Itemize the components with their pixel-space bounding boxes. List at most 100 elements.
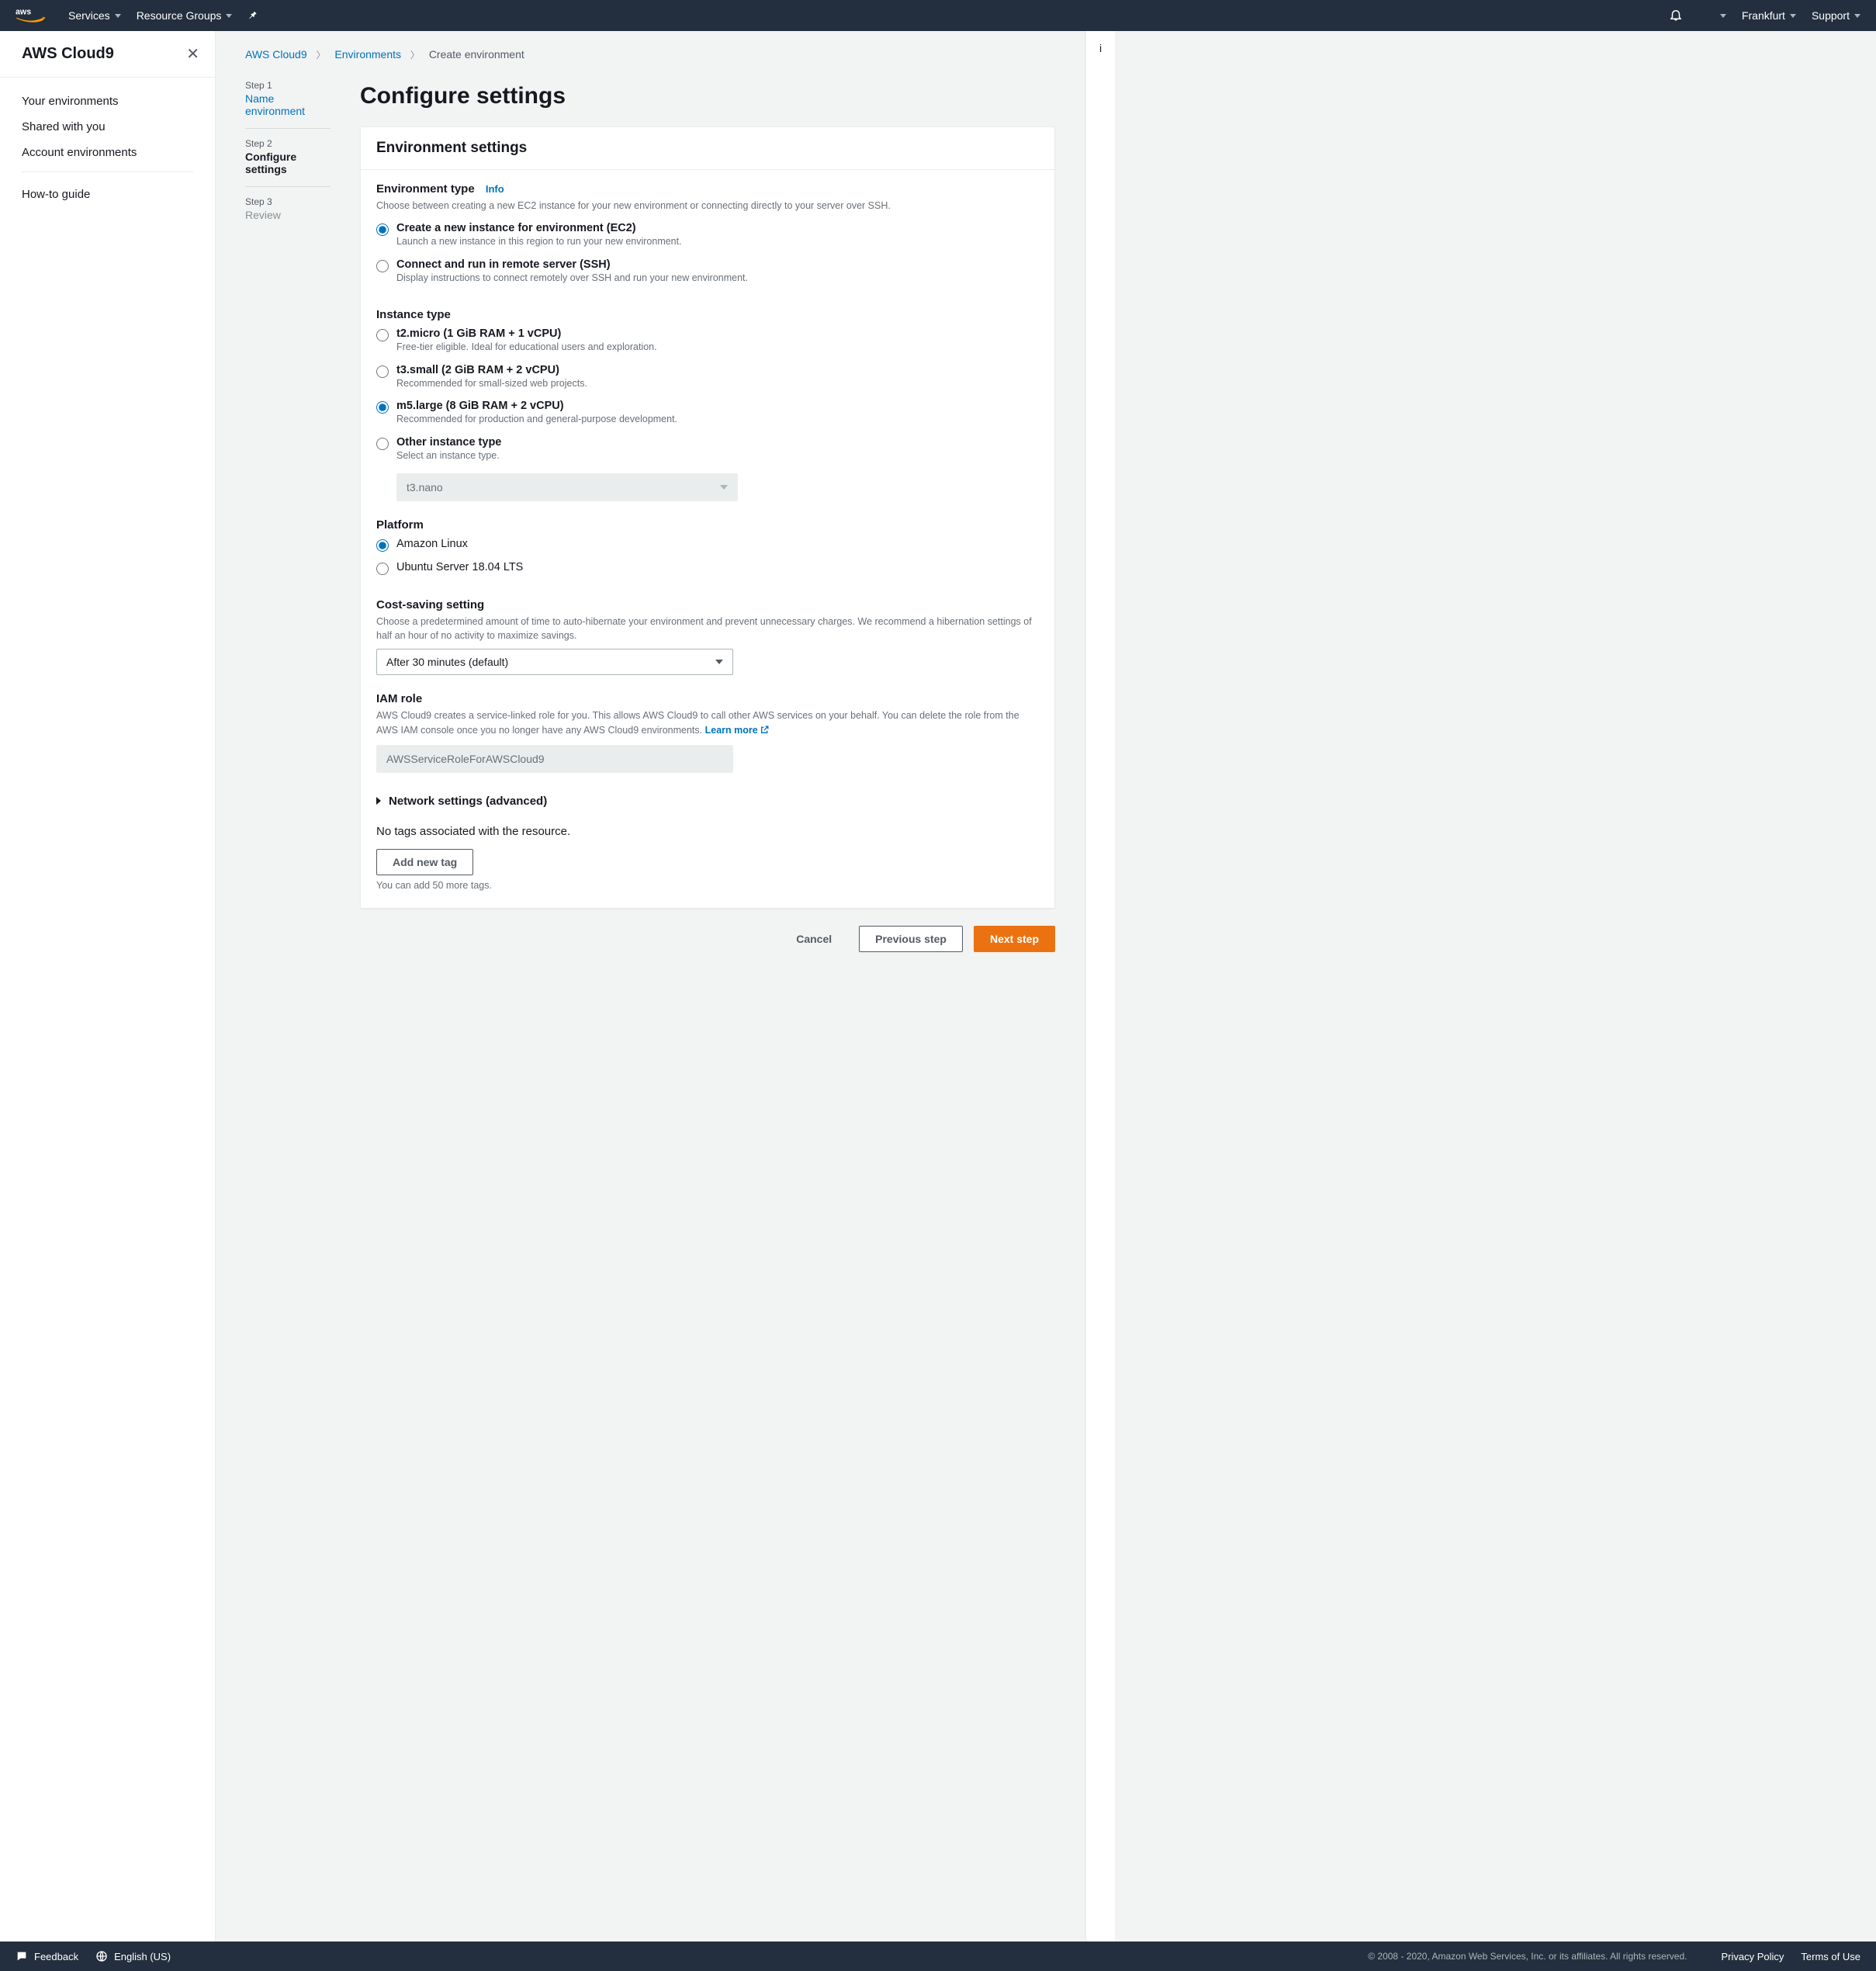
breadcrumb: AWS Cloud9 〉 Environments 〉 Create envir… [245,48,1055,61]
resource-groups-label: Resource Groups [137,9,222,22]
cost-saving-value: After 30 minutes (default) [386,656,508,668]
iam-role-label: IAM role [376,692,1039,705]
other-instance-value: t3.nano [407,481,443,494]
chevron-right-icon: 〉 [410,50,420,61]
chevron-right-icon: 〉 [317,50,326,61]
option-desc: Display instructions to connect remotely… [396,272,748,286]
iam-role-group: IAM role AWS Cloud9 creates a service-li… [376,692,1039,772]
step-3: Step 3 Review [245,196,331,232]
services-label: Services [68,9,110,22]
learn-more-link[interactable]: Learn more [705,725,770,736]
wizard-actions: Cancel Previous step Next step [360,926,1055,952]
step-number: Step 1 [245,80,331,91]
tags-hint: You can add 50 more tags. [376,880,1039,891]
breadcrumb-root[interactable]: AWS Cloud9 [245,48,307,61]
instance-other-option[interactable]: Other instance type Select an instance t… [376,433,1039,469]
instance-m5large-radio[interactable] [376,401,389,414]
platform-amazon-linux-option[interactable]: Amazon Linux [376,535,1039,558]
step-1[interactable]: Step 1 Name environment [245,80,331,129]
learn-more-text: Learn more [705,725,758,736]
option-label: t2.micro (1 GiB RAM + 1 vCPU) [396,327,657,340]
env-type-ec2-radio[interactable] [376,223,389,236]
instance-t3small-option[interactable]: t3.small (2 GiB RAM + 2 vCPU) Recommende… [376,361,1039,397]
option-label: Connect and run in remote server (SSH) [396,258,748,271]
cost-saving-desc: Choose a predetermined amount of time to… [376,615,1039,643]
env-type-ec2-option[interactable]: Create a new instance for environment (E… [376,219,1039,255]
instance-type-group: Instance type t2.micro (1 GiB RAM + 1 vC… [376,308,1039,501]
resource-groups-menu[interactable]: Resource Groups [137,9,233,22]
step-number: Step 3 [245,196,331,207]
platform-ubuntu-radio[interactable] [376,563,389,575]
platform-amazon-linux-radio[interactable] [376,539,389,552]
aws-logo[interactable]: aws [16,6,47,25]
cost-saving-group: Cost-saving setting Choose a predetermin… [376,598,1039,675]
wizard-steps: Step 1 Name environment Step 2 Configure… [245,80,331,952]
main-content: AWS Cloud9 〉 Environments 〉 Create envir… [216,31,1085,1942]
option-label: Ubuntu Server 18.04 LTS [396,561,523,573]
environment-settings-panel: Environment settings Environment type In… [360,126,1055,909]
sidebar-item-howto[interactable]: How-to guide [22,183,193,206]
copyright-text: © 2008 - 2020, Amazon Web Services, Inc.… [1368,1951,1687,1962]
sidebar-item-shared[interactable]: Shared with you [22,114,193,140]
other-instance-select: t3.nano [396,473,738,501]
top-nav: aws Services Resource Groups Frankfurt S… [0,0,1876,31]
caret-down-icon [720,485,728,490]
info-panel-toggle[interactable]: i [1085,31,1115,1942]
feedback-button[interactable]: Feedback [16,1950,78,1962]
add-tag-button[interactable]: Add new tag [376,849,473,875]
sidebar-item-your-environments[interactable]: Your environments [22,88,193,114]
iam-role-desc: AWS Cloud9 creates a service-linked role… [376,708,1039,738]
instance-other-radio[interactable] [376,438,389,450]
environment-type-desc: Choose between creating a new EC2 instan… [376,199,1039,213]
next-step-button[interactable]: Next step [974,926,1055,952]
services-menu[interactable]: Services [68,9,121,22]
notifications-icon[interactable] [1669,8,1683,24]
info-link[interactable]: Info [486,183,504,195]
support-label: Support [1812,9,1850,22]
network-settings-expander[interactable]: Network settings (advanced) [376,790,1039,812]
instance-m5large-option[interactable]: m5.large (8 GiB RAM + 2 vCPU) Recommende… [376,397,1039,433]
sidebar-title: AWS Cloud9 [22,45,114,63]
panel-title: Environment settings [376,140,1039,157]
env-type-ssh-radio[interactable] [376,260,389,272]
cost-saving-select[interactable]: After 30 minutes (default) [376,649,733,675]
sidebar-item-account-environments[interactable]: Account environments [22,140,193,165]
option-desc: Select an instance type. [396,449,501,463]
option-desc: Recommended for production and general-p… [396,413,677,427]
cost-saving-label: Cost-saving setting [376,598,1039,611]
environment-type-label: Environment type [376,182,475,196]
privacy-link[interactable]: Privacy Policy [1722,1951,1784,1962]
language-label: English (US) [114,1951,171,1962]
region-label: Frankfurt [1742,9,1785,22]
option-label: Create a new instance for environment (E… [396,222,682,234]
account-menu[interactable] [1720,14,1726,18]
option-label: t3.small (2 GiB RAM + 2 vCPU) [396,364,587,376]
breadcrumb-environments[interactable]: Environments [334,48,401,61]
support-menu[interactable]: Support [1812,9,1860,22]
language-selector[interactable]: English (US) [95,1950,171,1962]
platform-group: Platform Amazon Linux Ubuntu Server 18.0… [376,518,1039,581]
step-2: Step 2 Configure settings [245,138,331,187]
option-desc: Free-tier eligible. Ideal for educationa… [396,341,657,355]
terms-link[interactable]: Terms of Use [1801,1951,1860,1962]
platform-ubuntu-option[interactable]: Ubuntu Server 18.04 LTS [376,558,1039,581]
previous-step-button[interactable]: Previous step [859,926,963,952]
close-icon[interactable]: ✕ [186,47,199,62]
chevron-down-icon [115,14,121,18]
chevron-down-icon [1854,14,1860,18]
instance-t3small-radio[interactable] [376,365,389,378]
option-desc: Launch a new instance in this region to … [396,235,682,249]
service-sidebar: AWS Cloud9 ✕ Your environments Shared wi… [0,31,216,1942]
iam-role-value: AWSServiceRoleForAWSCloud9 [376,745,733,773]
option-label: m5.large (8 GiB RAM + 2 vCPU) [396,400,677,412]
cancel-button[interactable]: Cancel [780,926,848,952]
console-footer: Feedback English (US) © 2008 - 2020, Ama… [0,1942,1876,1971]
region-menu[interactable]: Frankfurt [1742,9,1796,22]
step-title: Review [245,207,331,221]
pin-icon[interactable] [247,10,258,21]
env-type-ssh-option[interactable]: Connect and run in remote server (SSH) D… [376,255,1039,292]
instance-t2micro-option[interactable]: t2.micro (1 GiB RAM + 1 vCPU) Free-tier … [376,324,1039,361]
info-icon: i [1099,42,1102,54]
instance-t2micro-radio[interactable] [376,329,389,341]
network-settings-label: Network settings (advanced) [389,795,547,808]
